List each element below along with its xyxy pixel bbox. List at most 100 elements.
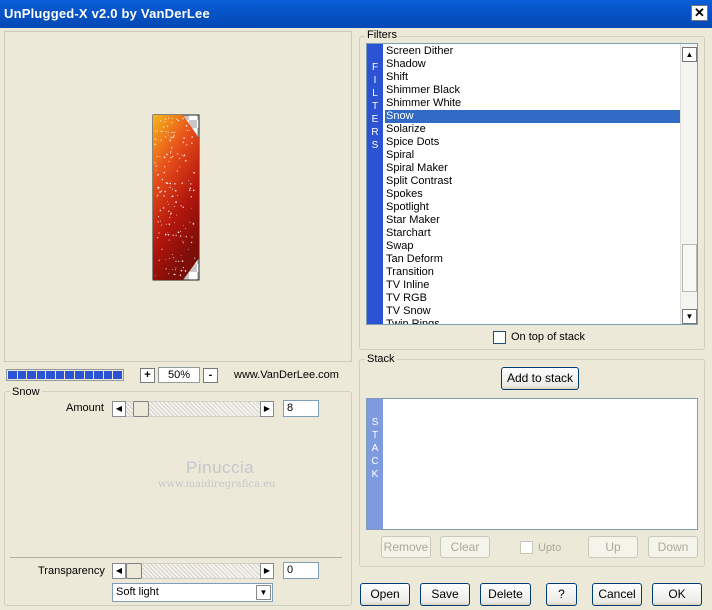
- filter-item[interactable]: Spiral Maker: [385, 162, 681, 175]
- snow-dot: [180, 254, 182, 256]
- amount-decrease-button[interactable]: ◀: [112, 401, 126, 417]
- filter-list[interactable]: FILTERS Screen Dither Shadow Shift Shimmer …: [366, 43, 698, 325]
- snow-dot: [167, 131, 169, 133]
- snow-dot: [175, 260, 177, 262]
- snow-dot: [157, 237, 159, 239]
- cancel-button[interactable]: Cancel: [592, 583, 642, 606]
- snow-dot: [186, 144, 188, 146]
- snow-dot: [154, 275, 156, 277]
- filter-item[interactable]: Screen Dither: [385, 45, 681, 58]
- progress-segment: [113, 371, 122, 379]
- filter-item[interactable]: Snow: [385, 110, 681, 123]
- snow-dot: [157, 130, 158, 132]
- scroll-up-button[interactable]: ▲: [682, 47, 697, 62]
- filter-item[interactable]: Shimmer Black: [385, 84, 681, 97]
- filter-item[interactable]: Star Maker: [385, 214, 681, 227]
- snow-dot: [174, 206, 175, 207]
- filters-vertical-letter: L: [372, 88, 378, 99]
- snow-dot: [178, 260, 180, 262]
- filter-item[interactable]: Tan Deform: [385, 253, 681, 266]
- filter-list-scrollbar[interactable]: ▲ ▼: [680, 44, 697, 324]
- add-to-stack-button[interactable]: Add to stack: [501, 367, 579, 390]
- snow-dot: [157, 173, 159, 176]
- transparency-slider[interactable]: [126, 563, 260, 579]
- remove-button[interactable]: Remove: [381, 536, 431, 558]
- up-button[interactable]: Up: [588, 536, 638, 558]
- snow-dot: [168, 210, 170, 213]
- progress-segment: [27, 371, 36, 379]
- filter-item[interactable]: TV Snow: [385, 305, 681, 318]
- close-button[interactable]: ✕: [691, 5, 708, 21]
- snow-dot: [169, 139, 171, 142]
- stack-list[interactable]: STACK: [366, 398, 698, 530]
- blend-mode-select[interactable]: Soft light ▼: [112, 583, 273, 602]
- snow-dot: [182, 141, 185, 144]
- transparency-decrease-button[interactable]: ◀: [112, 563, 126, 579]
- filter-item[interactable]: Split Contrast: [385, 175, 681, 188]
- filter-item[interactable]: Spiral: [385, 149, 681, 162]
- amount-slider-thumb[interactable]: [133, 401, 149, 417]
- filter-item[interactable]: Starchart: [385, 227, 681, 240]
- filter-item[interactable]: Spice Dots: [385, 136, 681, 149]
- snow-dot: [169, 151, 172, 153]
- watermark-title: Pinuccia: [186, 458, 255, 477]
- upto-checkbox[interactable]: [520, 541, 533, 554]
- snow-dot: [163, 171, 166, 174]
- filter-item[interactable]: Solarize: [385, 123, 681, 136]
- amount-increase-button[interactable]: ▶: [260, 401, 274, 417]
- delete-button[interactable]: Delete: [480, 583, 531, 606]
- transparency-increase-button[interactable]: ▶: [260, 563, 274, 579]
- save-button[interactable]: Save: [420, 583, 470, 606]
- filter-item[interactable]: Swap: [385, 240, 681, 253]
- amount-input[interactable]: 8: [283, 400, 319, 417]
- snow-dot: [184, 270, 187, 272]
- ok-button[interactable]: OK: [652, 583, 702, 606]
- filter-item[interactable]: Shift: [385, 71, 681, 84]
- zoom-out-button[interactable]: -: [203, 368, 218, 383]
- filter-item[interactable]: TV RGB: [385, 292, 681, 305]
- snow-dot: [190, 196, 193, 198]
- snow-dot: [167, 135, 169, 137]
- snow-dot: [161, 248, 163, 250]
- down-button[interactable]: Down: [648, 536, 698, 558]
- filter-item[interactable]: TV Inline: [385, 279, 681, 292]
- help-button[interactable]: ?: [546, 583, 577, 606]
- open-button[interactable]: Open: [360, 583, 410, 606]
- close-icon: ✕: [694, 5, 705, 20]
- scroll-down-button[interactable]: ▼: [682, 309, 697, 324]
- progress-segment: [103, 371, 113, 379]
- stack-vertical-letter: T: [371, 430, 379, 441]
- progress-segment: [94, 371, 103, 379]
- snow-dot: [165, 259, 167, 261]
- filter-item[interactable]: Shadow: [385, 58, 681, 71]
- watermark-url: www.maidiregrafica.eu: [158, 479, 276, 490]
- on-top-of-stack-checkbox[interactable]: [493, 331, 506, 344]
- stack-vertical-letter: S: [371, 417, 379, 428]
- snow-dot: [193, 171, 195, 174]
- filter-item[interactable]: Spotlight: [385, 201, 681, 214]
- website-link[interactable]: www.VanDerLee.com: [234, 369, 339, 381]
- amount-slider[interactable]: [126, 401, 260, 417]
- snow-dot: [179, 274, 182, 276]
- snow-dot: [174, 269, 177, 271]
- filter-params-label: Snow: [10, 386, 42, 398]
- filter-item[interactable]: Transition: [385, 266, 681, 279]
- transparency-input[interactable]: 0: [283, 562, 319, 579]
- zoom-in-button[interactable]: +: [140, 368, 155, 383]
- snow-dot: [188, 248, 190, 250]
- chevron-down-icon[interactable]: ▼: [256, 585, 271, 600]
- snow-dot: [184, 154, 186, 156]
- snow-dot: [170, 212, 172, 215]
- snow-dot: [179, 235, 182, 237]
- snow-dot: [190, 241, 193, 244]
- scrollbar-thumb[interactable]: [682, 244, 697, 292]
- filter-item[interactable]: Twin Rings: [385, 318, 681, 324]
- filters-vertical-letter: T: [371, 101, 379, 112]
- arrow-left-icon: ◀: [115, 566, 123, 575]
- transparency-slider-thumb[interactable]: [126, 563, 142, 579]
- clear-button[interactable]: Clear: [440, 536, 490, 558]
- filter-item[interactable]: Shimmer White: [385, 97, 681, 110]
- filter-item[interactable]: Spokes: [385, 188, 681, 201]
- snow-dot: [173, 132, 175, 134]
- upto-label: Upto: [538, 542, 562, 554]
